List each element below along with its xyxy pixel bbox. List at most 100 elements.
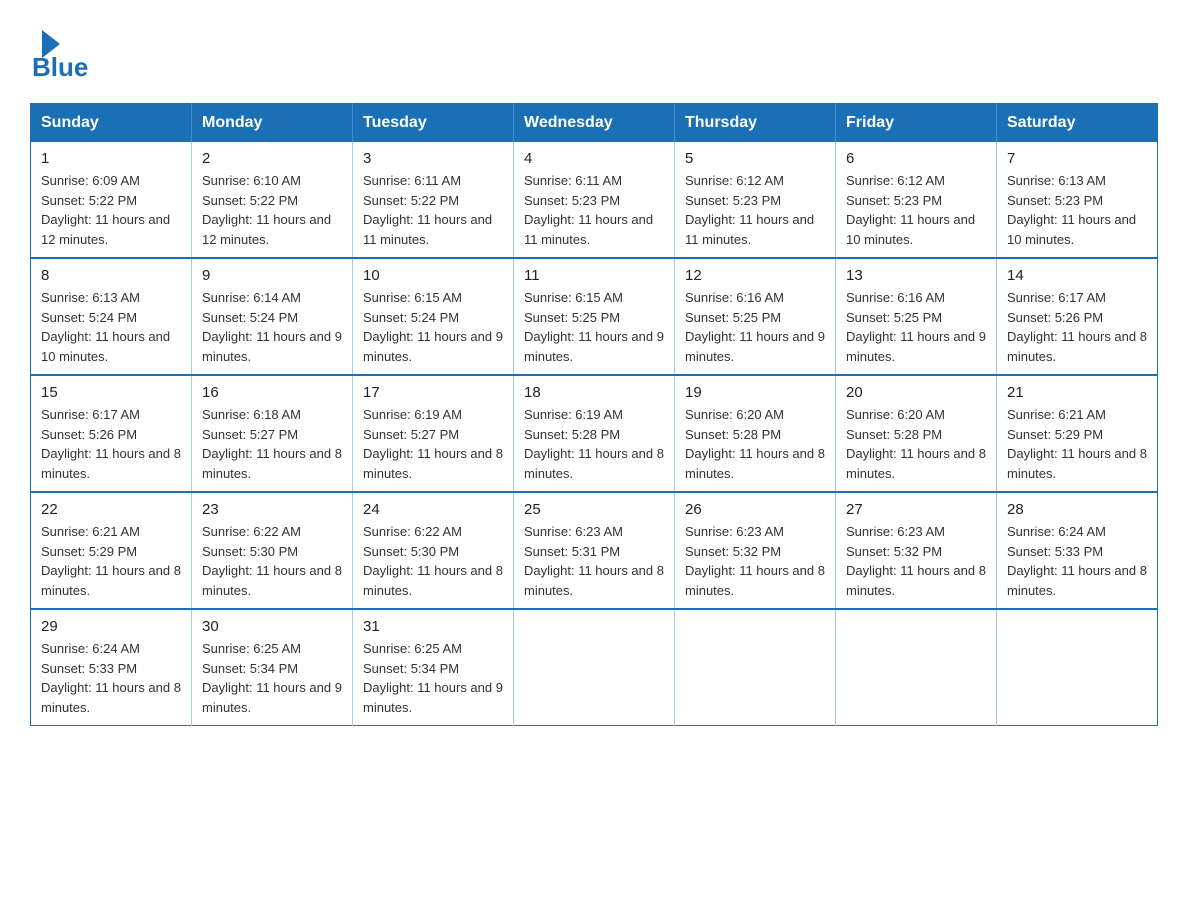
day-number: 16: [202, 384, 342, 401]
calendar-cell: [514, 609, 675, 726]
day-number: 2: [202, 150, 342, 167]
calendar-week-row: 22 Sunrise: 6:21 AM Sunset: 5:29 PM Dayl…: [31, 492, 1158, 609]
calendar-cell: 30 Sunrise: 6:25 AM Sunset: 5:34 PM Dayl…: [192, 609, 353, 726]
calendar-cell: 4 Sunrise: 6:11 AM Sunset: 5:23 PM Dayli…: [514, 142, 675, 258]
logo-subtitle: Blue: [32, 52, 88, 83]
day-number: 9: [202, 267, 342, 284]
calendar-cell: 7 Sunrise: 6:13 AM Sunset: 5:23 PM Dayli…: [997, 142, 1158, 258]
calendar-week-row: 1 Sunrise: 6:09 AM Sunset: 5:22 PM Dayli…: [31, 142, 1158, 258]
day-info: Sunrise: 6:18 AM Sunset: 5:27 PM Dayligh…: [202, 405, 342, 483]
calendar-cell: 5 Sunrise: 6:12 AM Sunset: 5:23 PM Dayli…: [675, 142, 836, 258]
calendar-cell: 23 Sunrise: 6:22 AM Sunset: 5:30 PM Dayl…: [192, 492, 353, 609]
calendar-cell: 13 Sunrise: 6:16 AM Sunset: 5:25 PM Dayl…: [836, 258, 997, 375]
day-number: 5: [685, 150, 825, 167]
calendar-cell: 8 Sunrise: 6:13 AM Sunset: 5:24 PM Dayli…: [31, 258, 192, 375]
day-info: Sunrise: 6:23 AM Sunset: 5:32 PM Dayligh…: [685, 522, 825, 600]
day-number: 12: [685, 267, 825, 284]
calendar-cell: 17 Sunrise: 6:19 AM Sunset: 5:27 PM Dayl…: [353, 375, 514, 492]
day-number: 15: [41, 384, 181, 401]
calendar-cell: 11 Sunrise: 6:15 AM Sunset: 5:25 PM Dayl…: [514, 258, 675, 375]
calendar-cell: 16 Sunrise: 6:18 AM Sunset: 5:27 PM Dayl…: [192, 375, 353, 492]
calendar-cell: 9 Sunrise: 6:14 AM Sunset: 5:24 PM Dayli…: [192, 258, 353, 375]
day-info: Sunrise: 6:10 AM Sunset: 5:22 PM Dayligh…: [202, 171, 342, 249]
day-number: 10: [363, 267, 503, 284]
calendar-cell: 20 Sunrise: 6:20 AM Sunset: 5:28 PM Dayl…: [836, 375, 997, 492]
calendar-cell: 31 Sunrise: 6:25 AM Sunset: 5:34 PM Dayl…: [353, 609, 514, 726]
day-info: Sunrise: 6:21 AM Sunset: 5:29 PM Dayligh…: [41, 522, 181, 600]
calendar-header-row: SundayMondayTuesdayWednesdayThursdayFrid…: [31, 104, 1158, 143]
calendar-cell: 18 Sunrise: 6:19 AM Sunset: 5:28 PM Dayl…: [514, 375, 675, 492]
day-info: Sunrise: 6:09 AM Sunset: 5:22 PM Dayligh…: [41, 171, 181, 249]
day-number: 20: [846, 384, 986, 401]
calendar-cell: 24 Sunrise: 6:22 AM Sunset: 5:30 PM Dayl…: [353, 492, 514, 609]
day-info: Sunrise: 6:21 AM Sunset: 5:29 PM Dayligh…: [1007, 405, 1147, 483]
calendar-cell: 15 Sunrise: 6:17 AM Sunset: 5:26 PM Dayl…: [31, 375, 192, 492]
logo: Blue: [30, 30, 88, 83]
calendar-cell: 10 Sunrise: 6:15 AM Sunset: 5:24 PM Dayl…: [353, 258, 514, 375]
day-number: 23: [202, 501, 342, 518]
day-info: Sunrise: 6:16 AM Sunset: 5:25 PM Dayligh…: [846, 288, 986, 366]
day-number: 4: [524, 150, 664, 167]
day-info: Sunrise: 6:19 AM Sunset: 5:28 PM Dayligh…: [524, 405, 664, 483]
day-info: Sunrise: 6:25 AM Sunset: 5:34 PM Dayligh…: [363, 639, 503, 717]
day-info: Sunrise: 6:23 AM Sunset: 5:32 PM Dayligh…: [846, 522, 986, 600]
day-info: Sunrise: 6:13 AM Sunset: 5:24 PM Dayligh…: [41, 288, 181, 366]
day-number: 8: [41, 267, 181, 284]
calendar-cell: [997, 609, 1158, 726]
calendar-cell: 27 Sunrise: 6:23 AM Sunset: 5:32 PM Dayl…: [836, 492, 997, 609]
day-info: Sunrise: 6:20 AM Sunset: 5:28 PM Dayligh…: [685, 405, 825, 483]
calendar-cell: [836, 609, 997, 726]
day-header-tuesday: Tuesday: [353, 104, 514, 143]
day-number: 13: [846, 267, 986, 284]
day-number: 27: [846, 501, 986, 518]
day-info: Sunrise: 6:25 AM Sunset: 5:34 PM Dayligh…: [202, 639, 342, 717]
day-number: 21: [1007, 384, 1147, 401]
calendar-cell: 19 Sunrise: 6:20 AM Sunset: 5:28 PM Dayl…: [675, 375, 836, 492]
calendar-cell: 21 Sunrise: 6:21 AM Sunset: 5:29 PM Dayl…: [997, 375, 1158, 492]
day-number: 17: [363, 384, 503, 401]
calendar-cell: 14 Sunrise: 6:17 AM Sunset: 5:26 PM Dayl…: [997, 258, 1158, 375]
day-number: 18: [524, 384, 664, 401]
day-number: 19: [685, 384, 825, 401]
day-info: Sunrise: 6:22 AM Sunset: 5:30 PM Dayligh…: [363, 522, 503, 600]
day-info: Sunrise: 6:24 AM Sunset: 5:33 PM Dayligh…: [41, 639, 181, 717]
day-number: 7: [1007, 150, 1147, 167]
day-info: Sunrise: 6:15 AM Sunset: 5:25 PM Dayligh…: [524, 288, 664, 366]
day-info: Sunrise: 6:17 AM Sunset: 5:26 PM Dayligh…: [41, 405, 181, 483]
day-number: 25: [524, 501, 664, 518]
day-number: 22: [41, 501, 181, 518]
page-header: Blue: [30, 30, 1158, 83]
day-info: Sunrise: 6:13 AM Sunset: 5:23 PM Dayligh…: [1007, 171, 1147, 249]
day-number: 24: [363, 501, 503, 518]
calendar-cell: 6 Sunrise: 6:12 AM Sunset: 5:23 PM Dayli…: [836, 142, 997, 258]
calendar-cell: 3 Sunrise: 6:11 AM Sunset: 5:22 PM Dayli…: [353, 142, 514, 258]
day-info: Sunrise: 6:19 AM Sunset: 5:27 PM Dayligh…: [363, 405, 503, 483]
day-number: 14: [1007, 267, 1147, 284]
day-number: 6: [846, 150, 986, 167]
day-info: Sunrise: 6:14 AM Sunset: 5:24 PM Dayligh…: [202, 288, 342, 366]
day-header-wednesday: Wednesday: [514, 104, 675, 143]
calendar-week-row: 29 Sunrise: 6:24 AM Sunset: 5:33 PM Dayl…: [31, 609, 1158, 726]
day-info: Sunrise: 6:11 AM Sunset: 5:22 PM Dayligh…: [363, 171, 503, 249]
day-info: Sunrise: 6:11 AM Sunset: 5:23 PM Dayligh…: [524, 171, 664, 249]
day-info: Sunrise: 6:22 AM Sunset: 5:30 PM Dayligh…: [202, 522, 342, 600]
day-number: 30: [202, 618, 342, 635]
day-info: Sunrise: 6:12 AM Sunset: 5:23 PM Dayligh…: [846, 171, 986, 249]
day-number: 1: [41, 150, 181, 167]
calendar-cell: 25 Sunrise: 6:23 AM Sunset: 5:31 PM Dayl…: [514, 492, 675, 609]
day-number: 28: [1007, 501, 1147, 518]
calendar-table: SundayMondayTuesdayWednesdayThursdayFrid…: [30, 103, 1158, 726]
calendar-cell: 28 Sunrise: 6:24 AM Sunset: 5:33 PM Dayl…: [997, 492, 1158, 609]
calendar-cell: 29 Sunrise: 6:24 AM Sunset: 5:33 PM Dayl…: [31, 609, 192, 726]
day-info: Sunrise: 6:16 AM Sunset: 5:25 PM Dayligh…: [685, 288, 825, 366]
day-info: Sunrise: 6:23 AM Sunset: 5:31 PM Dayligh…: [524, 522, 664, 600]
day-info: Sunrise: 6:15 AM Sunset: 5:24 PM Dayligh…: [363, 288, 503, 366]
day-number: 31: [363, 618, 503, 635]
day-header-thursday: Thursday: [675, 104, 836, 143]
day-info: Sunrise: 6:17 AM Sunset: 5:26 PM Dayligh…: [1007, 288, 1147, 366]
day-header-saturday: Saturday: [997, 104, 1158, 143]
day-number: 11: [524, 267, 664, 284]
calendar-cell: 12 Sunrise: 6:16 AM Sunset: 5:25 PM Dayl…: [675, 258, 836, 375]
calendar-cell: 1 Sunrise: 6:09 AM Sunset: 5:22 PM Dayli…: [31, 142, 192, 258]
day-header-sunday: Sunday: [31, 104, 192, 143]
